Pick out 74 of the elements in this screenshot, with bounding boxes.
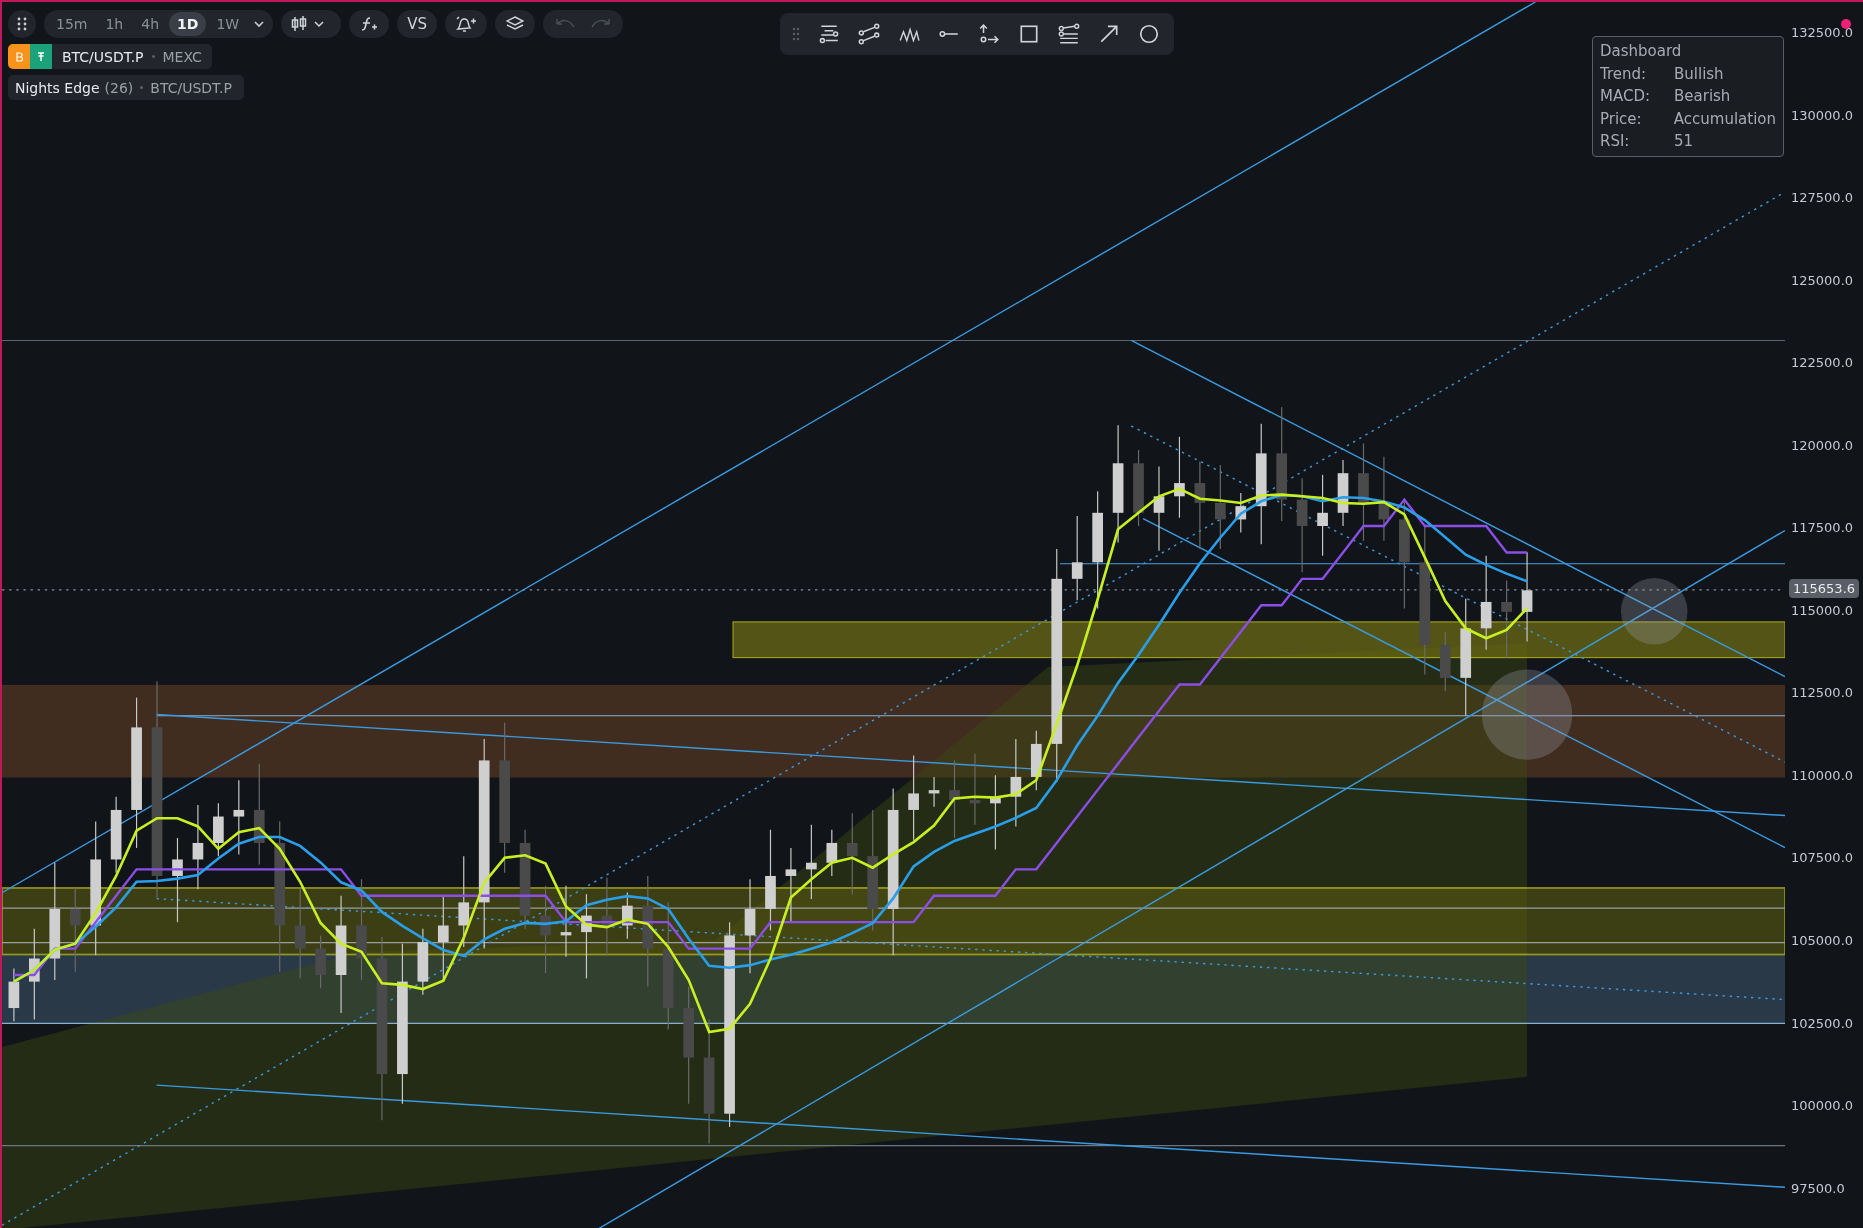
candle [417, 928, 429, 996]
price-label: 120000.0 [1791, 437, 1854, 453]
layers-icon [506, 16, 525, 32]
timeframe-tab[interactable]: 1W [208, 12, 248, 36]
indicator-button[interactable] [349, 10, 390, 38]
candle [1030, 730, 1042, 791]
candle [315, 934, 326, 989]
price-label: 102500.0 [1791, 1015, 1854, 1031]
indicator-parameter: (26) [104, 79, 134, 96]
grip-icon [17, 17, 27, 31]
highlight-circle [1620, 578, 1688, 645]
dashboard-title: Dashboard [1600, 41, 1683, 62]
candle [1439, 631, 1451, 692]
coin-icon [30, 44, 52, 69]
dashboard-label: RSI: [1600, 131, 1631, 152]
rectangle-icon[interactable] [1018, 23, 1040, 45]
candle [8, 967, 20, 1022]
layers-button[interactable] [495, 10, 536, 38]
symbol-bar[interactable]: BTC/USDT.P MEXC [8, 44, 212, 69]
trend-line-icon[interactable] [858, 23, 880, 45]
indicator-legend[interactable]: Nights Edge (26) BTC/USDT.P [8, 75, 244, 100]
alarm-plus-icon [455, 15, 478, 33]
candle [213, 802, 224, 857]
price-label: 122500.0 [1791, 355, 1854, 371]
candle [1337, 459, 1349, 527]
circle-icon[interactable] [1138, 23, 1160, 45]
price-label: 100000.0 [1791, 1098, 1854, 1114]
timeframe-tab[interactable]: 4h [133, 12, 167, 36]
price-label: 112500.0 [1791, 685, 1854, 701]
arrows-icon[interactable] [978, 23, 1000, 45]
dashboard-label: Price: [1600, 108, 1643, 130]
timeframe-tab[interactable]: 15m [48, 12, 96, 36]
dashboard-value: 51 [1673, 131, 1694, 152]
drag-handle[interactable] [8, 10, 36, 38]
price-label: 132500.0 [1791, 25, 1854, 41]
fibonacci-icon[interactable] [1058, 23, 1080, 45]
function-icon [360, 16, 379, 32]
exchange-name: MEXC [162, 48, 202, 65]
chevron-icon[interactable] [253, 20, 266, 28]
price-label: 115000.0 [1791, 602, 1854, 618]
status-dot [1841, 19, 1851, 29]
dashboard-label: Trend: [1600, 63, 1648, 85]
indicator-name: Nights Edge [15, 79, 100, 96]
candle [622, 891, 633, 940]
redo-icon [591, 18, 612, 30]
coin-icon [8, 44, 30, 69]
dashboard-value: Accumulation [1672, 108, 1776, 130]
price-label: 127500.0 [1791, 190, 1854, 206]
candle [826, 829, 838, 877]
indicator-symbol: BTC/USDT.P [150, 79, 232, 96]
timeframe-tab[interactable]: 1D [169, 12, 207, 36]
candle [928, 776, 940, 808]
chart-type-button[interactable] [281, 10, 342, 38]
dashboard-label: MACD: [1600, 86, 1652, 107]
undo-icon [555, 18, 576, 30]
price-label: 125000.0 [1791, 272, 1854, 288]
price-label: 97500.0 [1791, 1180, 1845, 1196]
arrow-icon[interactable] [1098, 23, 1120, 45]
grip-icon[interactable] [792, 27, 800, 41]
current-price-label: 115653.6 [1789, 578, 1860, 598]
timeframe-tab[interactable]: 1h [97, 12, 132, 36]
dashboard-value: Bullish [1673, 63, 1724, 85]
price-label: 110000.0 [1791, 767, 1854, 783]
price-label: 117500.0 [1791, 520, 1854, 536]
alert-button[interactable] [445, 10, 488, 38]
horizontal-lines-icon[interactable] [818, 23, 840, 45]
price-label: 107500.0 [1791, 850, 1854, 866]
separator-dot [151, 55, 155, 58]
price-label: 130000.0 [1791, 107, 1854, 123]
separator-dot [140, 86, 144, 89]
dashboard-value: Bearish [1673, 86, 1731, 107]
price-label: 105000.0 [1791, 933, 1854, 948]
symbol-name: BTC/USDT.P [62, 48, 144, 65]
compare-button[interactable]: VS [397, 10, 438, 38]
